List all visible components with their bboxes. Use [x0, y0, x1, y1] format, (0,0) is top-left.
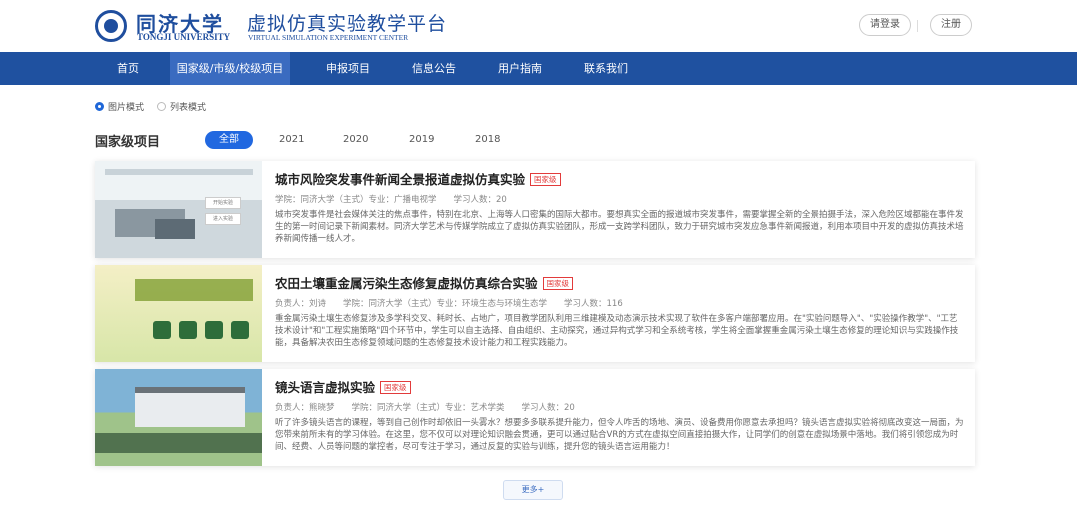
project-card[interactable]: 开始实验 进入实验 城市风险突发事件新闻全景报道虚拟仿真实验 国家级 学院：同济大…: [95, 161, 975, 258]
project-meta: 学院：同济大学（主式）专业：广播电视学 学习人数：20: [275, 195, 507, 205]
project-title-text[interactable]: 城市风险突发事件新闻全景报道虚拟仿真实验: [275, 172, 525, 187]
year-filter-all[interactable]: 全部: [205, 131, 253, 149]
project-meta: 负责人：刘诗 学院：同济大学（主式）专业：环境生态与环境生态学 学习人数：116: [275, 299, 623, 309]
section-title: 国家级项目: [95, 135, 161, 150]
house-graphic: [135, 387, 245, 427]
building-graphic: [155, 219, 195, 239]
thumbnail-heading: [105, 169, 253, 175]
nav-item-projects[interactable]: 国家级/市级/校级项目: [170, 52, 290, 85]
project-description: 重金属污染土壤生态修复涉及多学科交叉、耗时长、占地广，项目教学团队利用三维建模及…: [275, 314, 959, 348]
view-mode-picture[interactable]: 图片模式: [95, 100, 144, 113]
year-filter-2020[interactable]: 2020: [343, 131, 368, 149]
university-name-en: TONGJI UNIVERSITY: [137, 32, 231, 42]
project-thumbnail[interactable]: [95, 265, 262, 362]
nav-item-home[interactable]: 首页: [103, 52, 153, 85]
thumbnail-enter-button: 进入实验: [205, 213, 241, 225]
level-badge: 国家级: [380, 381, 411, 394]
year-filter-2019[interactable]: 2019: [409, 131, 434, 149]
nav-item-contact[interactable]: 联系我们: [576, 52, 636, 85]
factory-icon: [205, 321, 223, 339]
project-thumbnail[interactable]: [95, 369, 262, 466]
project-card[interactable]: 镜头语言虚拟实验 国家级 负责人：熊晓梦 学院：同济大学（主式）专业：艺术学类 学…: [95, 369, 975, 466]
project-title[interactable]: 农田土壤重金属污染生态修复虚拟仿真综合实验 国家级: [275, 273, 574, 292]
microscope-icon: [153, 321, 171, 339]
thumbnail-caption-bar: [95, 433, 262, 453]
tractor-icon: [231, 321, 249, 339]
site-header: 同济大学 TONGJI UNIVERSITY 虚拟仿真实验教学平台 VIRTUA…: [0, 0, 1077, 52]
tongji-logo-icon[interactable]: [95, 10, 127, 42]
nav-item-apply[interactable]: 申报项目: [318, 52, 378, 85]
project-title[interactable]: 镜头语言虚拟实验 国家级: [275, 377, 411, 396]
project-meta: 负责人：熊晓梦 学院：同济大学（主式）专业：艺术学类 学习人数：20: [275, 403, 575, 413]
platform-title-en: VIRTUAL SIMULATION EXPERIMENT CENTER: [248, 33, 409, 42]
year-filter-2021[interactable]: 2021: [279, 131, 304, 149]
project-description: 城市突发事件是社会媒体关注的焦点事件，特别在北京、上海等人口密集的国际大都市。要…: [275, 210, 964, 244]
thumbnail-start-button: 开始实验: [205, 197, 241, 209]
project-title-text[interactable]: 农田土壤重金属污染生态修复虚拟仿真综合实验: [275, 276, 538, 291]
thumbnail-heading: [135, 279, 253, 301]
radio-unselected-icon[interactable]: [157, 102, 166, 111]
project-description: 听了许多镜头语言的课程，等到自己创作时却依旧一头雾水？想要多多联系提升能力，但令…: [275, 418, 964, 452]
register-button[interactable]: 注册: [930, 14, 972, 36]
nav-item-guide[interactable]: 用户指南: [490, 52, 550, 85]
lab-tool-icon: [179, 321, 197, 339]
radio-selected-icon[interactable]: [95, 102, 104, 111]
header-divider: [917, 20, 918, 32]
view-mode-picture-label: 图片模式: [108, 103, 145, 113]
project-card[interactable]: 农田土壤重金属污染生态修复虚拟仿真综合实验 国家级 负责人：刘诗 学院：同济大学（…: [95, 265, 975, 362]
project-title[interactable]: 城市风险突发事件新闻全景报道虚拟仿真实验 国家级: [275, 169, 561, 188]
more-button[interactable]: 更多+: [503, 480, 563, 500]
level-badge: 国家级: [530, 173, 561, 186]
nav-item-notices[interactable]: 信息公告: [404, 52, 464, 85]
year-filter-2018[interactable]: 2018: [475, 131, 500, 149]
login-button[interactable]: 请登录: [859, 14, 911, 36]
main-nav: 首页 国家级/市级/校级项目 申报项目 信息公告 用户指南 联系我们: [0, 52, 1077, 85]
view-mode-list-label: 列表模式: [170, 103, 207, 113]
view-mode-list[interactable]: 列表模式: [157, 100, 206, 113]
platform-title-cn: 虚拟仿真实验教学平台: [247, 13, 448, 35]
project-title-text[interactable]: 镜头语言虚拟实验: [275, 380, 375, 395]
project-thumbnail[interactable]: 开始实验 进入实验: [95, 161, 262, 258]
level-badge: 国家级: [542, 277, 574, 290]
